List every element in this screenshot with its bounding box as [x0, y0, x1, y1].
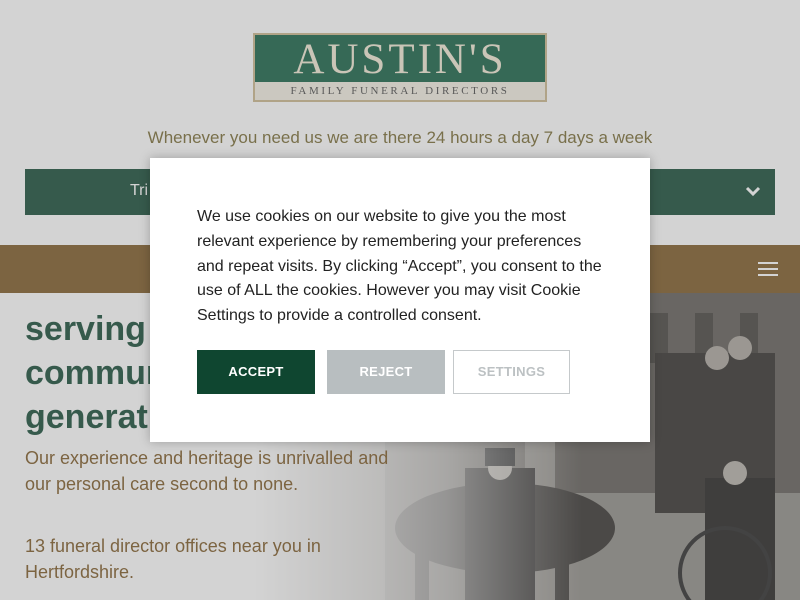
- cookie-settings-button[interactable]: SETTINGS: [453, 350, 570, 394]
- cookie-consent-modal: We use cookies on our website to give yo…: [150, 158, 650, 442]
- accept-button[interactable]: ACCEPT: [197, 350, 315, 394]
- reject-button[interactable]: REJECT: [327, 350, 445, 394]
- cookie-message: We use cookies on our website to give yo…: [197, 208, 602, 325]
